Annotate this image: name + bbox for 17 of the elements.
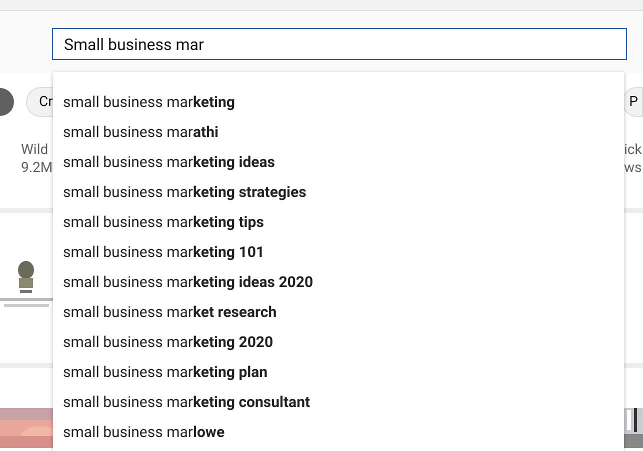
- search-suggestion[interactable]: small business marlowe: [53, 417, 624, 447]
- search-suggestion[interactable]: small business marketing ideas: [53, 147, 624, 177]
- search-suggestion[interactable]: small business marketing 101: [53, 237, 624, 267]
- video-meta-text: ws: [624, 159, 643, 177]
- search-suggestion[interactable]: small business market research: [53, 297, 624, 327]
- search-suggestion[interactable]: small business marketing 2020: [53, 327, 624, 357]
- search-suggestion[interactable]: small business marketing plan: [53, 357, 624, 387]
- video-meta-text: ick: [624, 141, 643, 159]
- search-suggestion[interactable]: small business marathi: [53, 117, 624, 147]
- search-suggestion[interactable]: small business marketing strategies: [53, 177, 624, 207]
- video-meta-text: Wild: [21, 141, 50, 159]
- search-suggestion[interactable]: small business marketing ideas 2020: [53, 267, 624, 297]
- video-meta-text: 9.2M: [21, 159, 53, 177]
- search-field[interactable]: Small business mar: [52, 28, 627, 60]
- search-suggestion[interactable]: small business marketing tips: [53, 207, 624, 237]
- search-suggestion[interactable]: small business marketing consultant: [53, 387, 624, 417]
- filter-chip[interactable]: P: [622, 87, 643, 117]
